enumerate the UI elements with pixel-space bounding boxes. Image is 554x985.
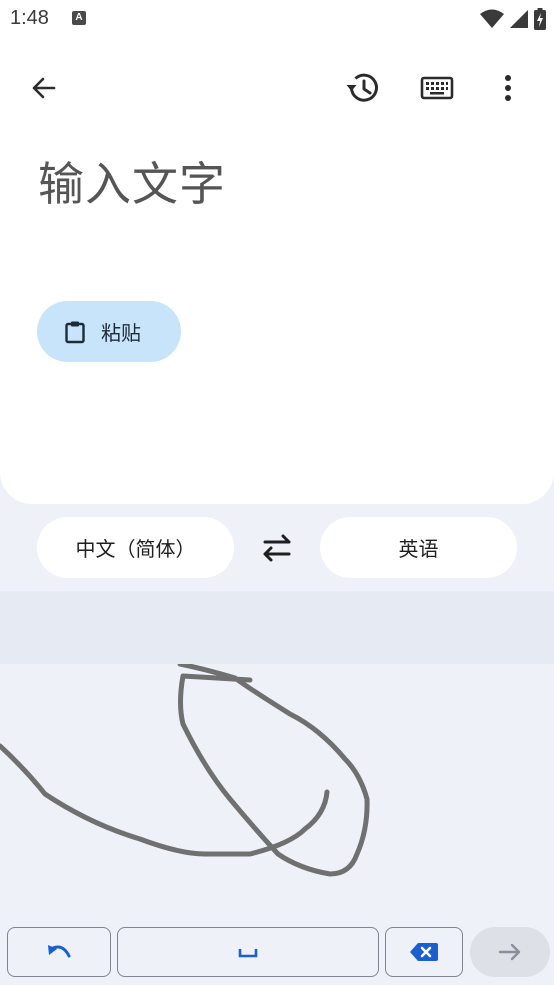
target-language-button[interactable]: 英语 [320, 517, 517, 578]
space-bar-icon [238, 949, 258, 958]
history-button[interactable] [343, 68, 383, 108]
signal-icon [510, 10, 528, 28]
status-time: 1:48 [10, 7, 49, 29]
battery-charging-icon [534, 8, 546, 30]
more-vert-icon [505, 75, 511, 101]
backspace-icon [410, 943, 438, 961]
paste-label: 粘贴 [101, 321, 141, 345]
paste-button[interactable]: 粘贴 [37, 301, 181, 362]
handwriting-keyboard-row [0, 927, 554, 979]
swap-languages-button[interactable] [257, 530, 297, 566]
clipboard-icon [65, 321, 85, 343]
keyboard-icon [420, 76, 454, 100]
wifi-icon [480, 9, 504, 28]
back-button[interactable] [24, 68, 64, 108]
status-bar: 1:48 A [0, 0, 554, 38]
handwriting-canvas[interactable] [0, 661, 554, 924]
keyboard-button[interactable] [417, 68, 457, 108]
arrow-right-icon [498, 943, 521, 961]
undo-icon [48, 945, 71, 958]
source-language-label: 中文（简体） [75, 537, 196, 561]
history-icon [346, 73, 378, 102]
go-button[interactable] [470, 927, 550, 977]
more-options-button[interactable] [488, 68, 528, 108]
notification-badge: A [72, 11, 86, 25]
delete-button[interactable] [385, 927, 463, 977]
text-input-placeholder[interactable]: 输入文字 [38, 148, 226, 214]
undo-button[interactable] [7, 927, 111, 977]
swap-arrows-icon [263, 534, 291, 562]
arrow-left-icon [32, 77, 56, 99]
handwriting-strokes [0, 661, 370, 877]
source-language-button[interactable]: 中文（简体） [37, 517, 234, 578]
suggestion-bar [0, 591, 554, 664]
space-button[interactable] [117, 927, 379, 977]
system-icons [480, 8, 546, 30]
input-card: 输入文字 粘贴 [0, 38, 554, 504]
target-language-label: 英语 [398, 537, 439, 561]
